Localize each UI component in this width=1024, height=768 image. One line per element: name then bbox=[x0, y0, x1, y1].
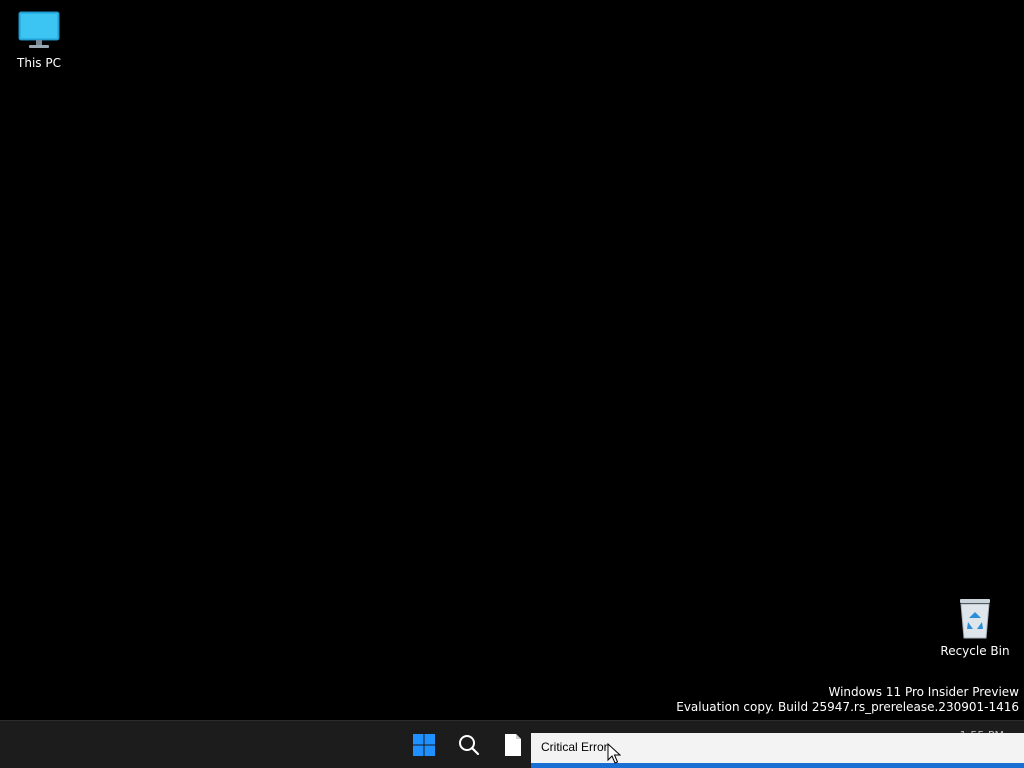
monitor-icon bbox=[17, 8, 61, 52]
tooltip-text: Critical Error bbox=[541, 740, 608, 754]
start-button[interactable] bbox=[406, 727, 442, 763]
document-icon bbox=[505, 734, 521, 756]
desktop-icon-label: Recycle Bin bbox=[940, 644, 1010, 658]
mouse-cursor-icon bbox=[607, 743, 621, 764]
desktop: This PC Recycle Bin Windows 11 Pro Insid… bbox=[0, 0, 1024, 768]
search-icon bbox=[459, 735, 480, 756]
desktop-icon-recycle-bin[interactable]: Recycle Bin bbox=[937, 596, 1013, 658]
watermark-line-build: Evaluation copy. Build 25947.rs_prerelea… bbox=[676, 700, 1019, 714]
desktop-icon-this-pc[interactable]: This PC bbox=[1, 8, 77, 70]
document-taskbar-button[interactable] bbox=[495, 727, 531, 763]
evaluation-watermark: Windows 11 Pro Insider Preview Evaluatio… bbox=[676, 685, 1019, 715]
taskbar-tooltip[interactable]: Critical Error bbox=[531, 733, 1024, 768]
search-button[interactable] bbox=[451, 727, 487, 763]
watermark-line-edition: Windows 11 Pro Insider Preview bbox=[828, 685, 1019, 699]
desktop-icon-label: This PC bbox=[17, 56, 61, 70]
windows-logo-icon bbox=[413, 734, 435, 756]
recycle-bin-icon bbox=[953, 596, 997, 640]
